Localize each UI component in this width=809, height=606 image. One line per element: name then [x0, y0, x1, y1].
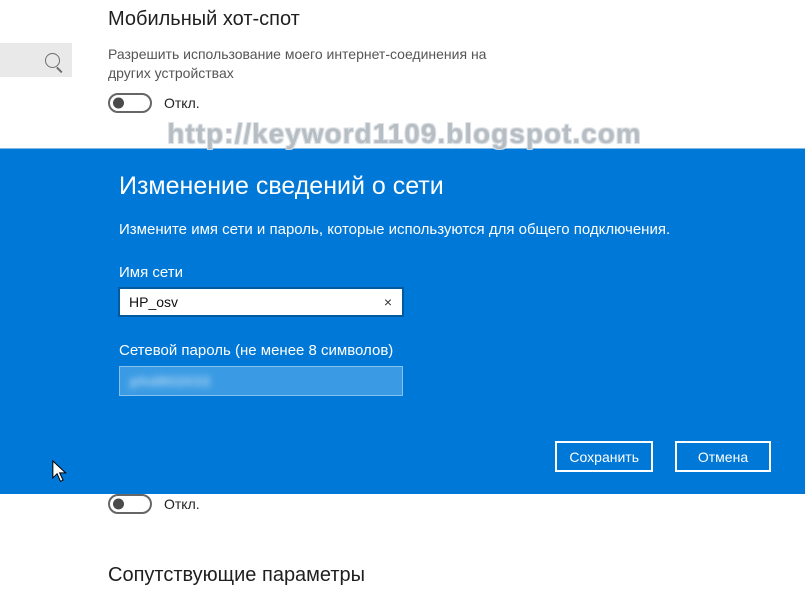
- network-name-input[interactable]: [121, 290, 375, 314]
- toggle-state-label: Откл.: [164, 95, 200, 111]
- search-box[interactable]: [0, 43, 72, 77]
- secondary-toggle[interactable]: [108, 494, 152, 514]
- search-icon: [45, 53, 60, 68]
- settings-background: Мобильный хот-спот Разрешить использован…: [0, 0, 809, 606]
- secondary-toggle-label: Откл.: [164, 496, 200, 512]
- below-dialog-area: Откл. Сопутствующие параметры: [0, 494, 809, 587]
- secondary-toggle-row: Откл.: [108, 494, 809, 514]
- dialog-description: Измените имя сети и пароль, которые испо…: [119, 221, 805, 238]
- clear-icon[interactable]: ×: [375, 294, 401, 310]
- dialog-button-row: Сохранить Отмена: [555, 441, 771, 472]
- hotspot-toggle-row: Откл.: [108, 93, 809, 113]
- toggle-knob: [113, 499, 124, 510]
- password-label: Сетевой пароль (не менее 8 символов): [119, 342, 805, 359]
- section-title: Мобильный хот-спот: [108, 0, 809, 31]
- password-input[interactable]: phd802032: [119, 366, 403, 396]
- related-params-heading: Сопутствующие параметры: [108, 564, 809, 587]
- cancel-button[interactable]: Отмена: [675, 441, 771, 472]
- edit-network-dialog: Изменение сведений о сети Измените имя с…: [0, 148, 805, 494]
- network-name-label: Имя сети: [119, 264, 805, 281]
- hotspot-toggle[interactable]: [108, 93, 152, 113]
- dialog-title: Изменение сведений о сети: [119, 172, 805, 201]
- watermark-text: http://keyword1109.blogspot.com: [0, 118, 809, 150]
- network-name-input-wrap: ×: [119, 288, 403, 316]
- section-description: Разрешить использование моего интернет-с…: [108, 45, 528, 83]
- toggle-knob: [113, 97, 124, 108]
- password-hidden-value: phd802032: [130, 373, 211, 389]
- save-button[interactable]: Сохранить: [555, 441, 653, 472]
